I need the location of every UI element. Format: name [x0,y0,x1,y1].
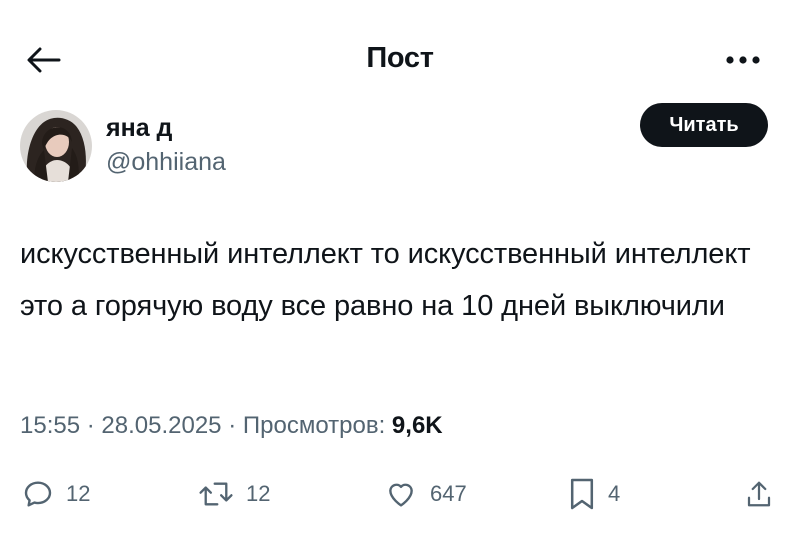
retweet-button[interactable]: 12 [198,474,270,514]
views-count: 9,6K [391,412,443,439]
avatar[interactable] [20,110,92,182]
retweet-count: 12 [246,481,271,506]
page-title: Пост [366,42,434,74]
post-time[interactable]: 15:55 [20,412,80,439]
bookmark-count: 4 [608,481,621,506]
views-label: Просмотров: [242,412,386,439]
like-button[interactable]: 647 [384,474,467,514]
author-handle[interactable]: @ohhiiana [106,148,226,177]
retweet-icon [199,482,233,506]
meta-separator: · [228,412,237,439]
reply-icon [24,481,52,507]
post-date[interactable]: 28.05.2025 [101,412,221,439]
bookmark-icon [570,478,594,510]
like-count: 647 [430,481,467,506]
reply-count: 12 [66,481,91,506]
share-button[interactable] [744,474,774,514]
bookmark-button[interactable]: 4 [568,474,620,514]
more-horizontal-icon [726,56,760,64]
post-text: искусственный интеллект то искусственный… [20,238,751,322]
reply-button[interactable]: 12 [22,474,90,514]
author-name[interactable]: яна д [106,114,172,143]
meta-separator: · [86,412,95,439]
share-icon [747,481,771,507]
more-button[interactable] [718,42,768,78]
heart-icon [389,483,413,507]
post-meta: 15:55 · 28.05.2025 · Просмотров: 9,6K [20,412,443,440]
follow-button[interactable]: Читать [640,103,768,147]
